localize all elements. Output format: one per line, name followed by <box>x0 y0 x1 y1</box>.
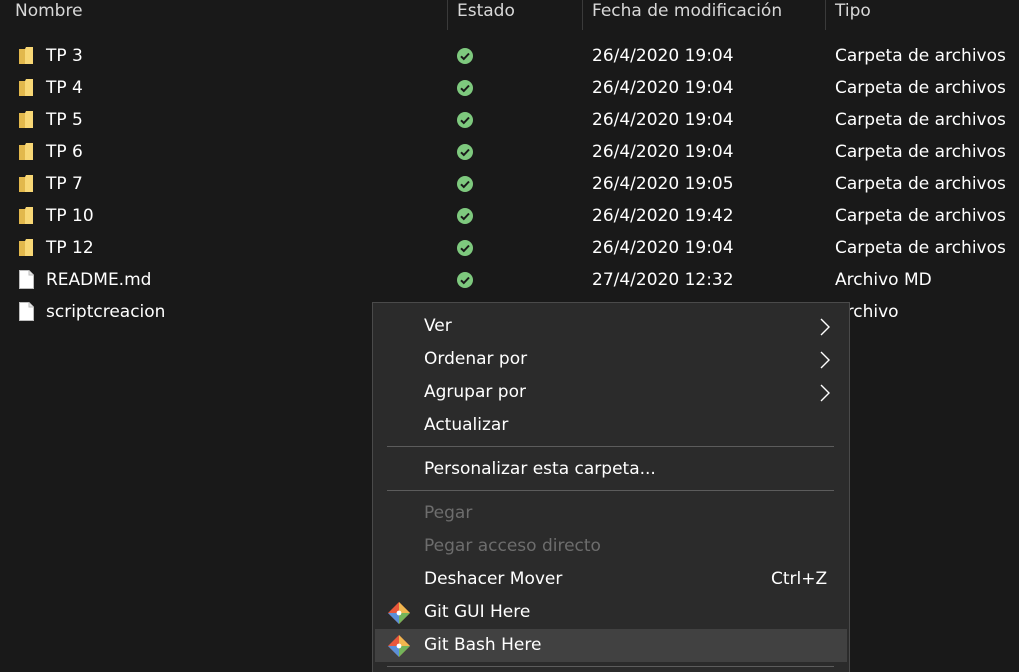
synced-check-icon <box>457 240 473 256</box>
menu-item-refresh[interactable]: Actualizar <box>375 409 847 442</box>
context-menu: Ver Ordenar por Agrupar por Actualizar P… <box>372 302 850 672</box>
file-explorer-window: Nombre Estado Fecha de modificación Tipo… <box>0 0 1019 672</box>
column-header-date[interactable]: Fecha de modificación <box>592 0 782 30</box>
menu-item-label: Personalizar esta carpeta... <box>424 459 656 479</box>
folder-icon <box>19 79 33 96</box>
synced-check-icon <box>457 112 473 128</box>
folder-icon <box>19 175 33 192</box>
file-row[interactable]: TP 5 26/4/2020 19:04 Carpeta de archivos <box>0 104 1019 136</box>
file-type: Carpeta de archivos <box>835 142 1006 162</box>
menu-item-customize-folder[interactable]: Personalizar esta carpeta... <box>375 453 847 486</box>
file-row[interactable]: TP 12 26/4/2020 19:04 Carpeta de archivo… <box>0 232 1019 264</box>
menu-item-paste[interactable]: Pegar <box>375 497 847 530</box>
menu-item-git-gui[interactable]: Git GUI Here <box>375 596 847 629</box>
file-type: Carpeta de archivos <box>835 206 1006 226</box>
file-type: Carpeta de archivos <box>835 46 1006 66</box>
file-name: TP 4 <box>46 78 83 98</box>
menu-item-label: Pegar acceso directo <box>424 536 601 556</box>
folder-icon <box>19 111 33 128</box>
menu-separator <box>387 490 834 491</box>
file-date: 26/4/2020 19:05 <box>592 174 734 194</box>
file-row[interactable]: TP 6 26/4/2020 19:04 Carpeta de archivos <box>0 136 1019 168</box>
file-row[interactable]: TP 7 26/4/2020 19:05 Carpeta de archivos <box>0 168 1019 200</box>
folder-icon <box>19 239 33 256</box>
menu-item-sort-by[interactable]: Ordenar por <box>375 343 847 376</box>
column-header-type[interactable]: Tipo <box>835 0 871 30</box>
menu-item-group-by[interactable]: Agrupar por <box>375 376 847 409</box>
menu-item-label: Actualizar <box>424 415 509 435</box>
folder-icon <box>19 143 33 160</box>
git-logo-icon <box>388 602 410 624</box>
file-date: 26/4/2020 19:04 <box>592 46 734 66</box>
file-icon <box>19 270 34 289</box>
file-name: README.md <box>46 270 152 290</box>
synced-check-icon <box>457 208 473 224</box>
file-date: 26/4/2020 19:04 <box>592 142 734 162</box>
menu-item-label: Ver <box>424 316 452 336</box>
menu-item-shortcut: Ctrl+Z <box>771 569 828 589</box>
file-type: Carpeta de archivos <box>835 110 1006 130</box>
menu-item-git-bash[interactable]: Git Bash Here <box>375 629 847 662</box>
menu-item-label: Agrupar por <box>424 382 526 402</box>
menu-separator <box>387 446 834 447</box>
file-name: TP 7 <box>46 174 83 194</box>
synced-check-icon <box>457 272 473 288</box>
file-type: Archivo MD <box>835 270 932 290</box>
menu-separator <box>387 666 834 667</box>
menu-item-label: Deshacer Mover <box>424 569 563 589</box>
column-header-bar: Nombre Estado Fecha de modificación Tipo <box>0 0 1019 30</box>
file-type: Carpeta de archivos <box>835 238 1006 258</box>
file-date: 26/4/2020 19:04 <box>592 78 734 98</box>
menu-item-label: Git Bash Here <box>424 635 542 655</box>
file-type: Carpeta de archivos <box>835 78 1006 98</box>
file-row[interactable]: README.md 27/4/2020 12:32 Archivo MD <box>0 264 1019 296</box>
file-row[interactable]: TP 10 26/4/2020 19:42 Carpeta de archivo… <box>0 200 1019 232</box>
file-row[interactable]: TP 3 26/4/2020 19:04 Carpeta de archivos <box>0 40 1019 72</box>
synced-check-icon <box>457 80 473 96</box>
file-type: Carpeta de archivos <box>835 174 1006 194</box>
menu-item-label: Pegar <box>424 503 473 523</box>
menu-item-label: Ordenar por <box>424 349 528 369</box>
file-date: 26/4/2020 19:04 <box>592 110 734 130</box>
file-icon <box>19 302 34 321</box>
git-logo-icon <box>388 635 410 657</box>
file-name: TP 12 <box>46 238 94 258</box>
file-date: 26/4/2020 19:42 <box>592 206 734 226</box>
chevron-right-icon <box>820 318 830 336</box>
chevron-right-icon <box>820 351 830 369</box>
menu-item-undo-move[interactable]: Deshacer Mover Ctrl+Z <box>375 563 847 596</box>
file-name: TP 6 <box>46 142 83 162</box>
synced-check-icon <box>457 176 473 192</box>
file-name: scriptcreacion <box>46 302 166 322</box>
menu-item-paste-shortcut[interactable]: Pegar acceso directo <box>375 530 847 563</box>
folder-icon <box>19 47 33 64</box>
synced-check-icon <box>457 48 473 64</box>
file-name: TP 5 <box>46 110 83 130</box>
column-divider[interactable] <box>825 0 826 30</box>
column-divider[interactable] <box>447 0 448 30</box>
column-header-name[interactable]: Nombre <box>15 0 83 30</box>
column-header-status[interactable]: Estado <box>457 0 515 30</box>
file-date: 26/4/2020 19:04 <box>592 238 734 258</box>
folder-icon <box>19 207 33 224</box>
menu-item-label: Git GUI Here <box>424 602 531 622</box>
chevron-right-icon <box>820 384 830 402</box>
menu-item-view[interactable]: Ver <box>375 310 847 343</box>
file-name: TP 3 <box>46 46 83 66</box>
column-divider[interactable] <box>582 0 583 30</box>
file-date: 27/4/2020 12:32 <box>592 270 734 290</box>
file-row[interactable]: TP 4 26/4/2020 19:04 Carpeta de archivos <box>0 72 1019 104</box>
file-name: TP 10 <box>46 206 94 226</box>
synced-check-icon <box>457 144 473 160</box>
